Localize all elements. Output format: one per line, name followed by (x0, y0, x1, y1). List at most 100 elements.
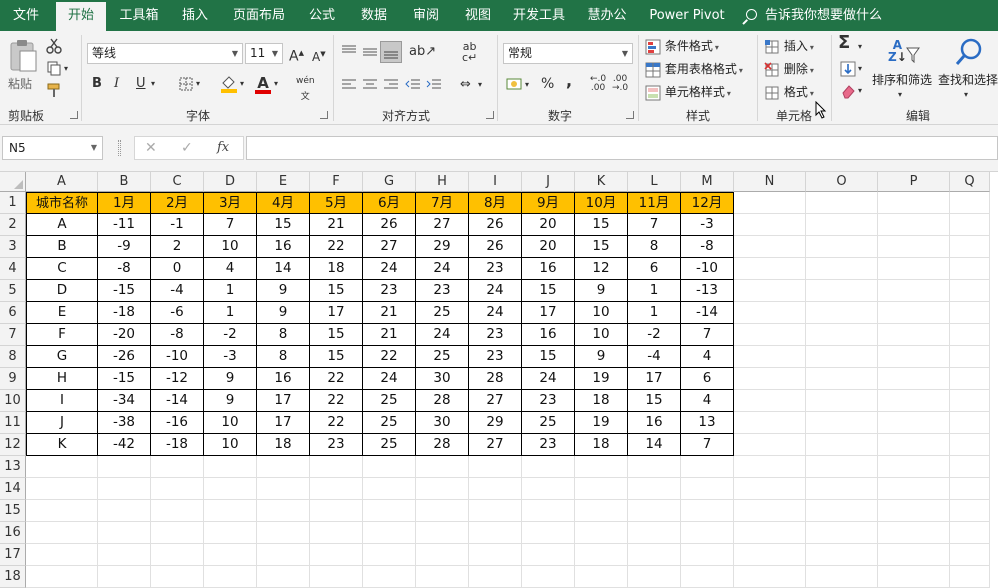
temperature-cell[interactable]: 21 (363, 302, 416, 324)
temperature-cell[interactable]: 2 (151, 236, 204, 258)
temperature-cell[interactable]: 20 (522, 236, 575, 258)
row-header[interactable]: 15 (0, 500, 26, 522)
empty-cell[interactable] (681, 522, 734, 544)
empty-cell[interactable] (363, 500, 416, 522)
temperature-cell[interactable]: 9 (204, 390, 257, 412)
temperature-cell[interactable]: -9 (98, 236, 151, 258)
temperature-cell[interactable]: 16 (257, 236, 310, 258)
fill-color-icon[interactable] (220, 75, 238, 93)
temperature-cell[interactable]: -2 (628, 324, 681, 346)
grow-font-icon[interactable]: A▲ (289, 45, 304, 65)
temperature-cell[interactable]: -42 (98, 434, 151, 456)
temperature-cell[interactable]: 15 (628, 390, 681, 412)
temperature-cell[interactable]: 9 (575, 346, 628, 368)
temperature-cell[interactable]: -8 (98, 258, 151, 280)
temperature-cell[interactable]: 21 (363, 324, 416, 346)
temperature-cell[interactable]: 1 (204, 302, 257, 324)
temperature-cell[interactable]: -16 (151, 412, 204, 434)
column-header[interactable]: L (628, 172, 681, 192)
header-cell-month[interactable]: 8月 (469, 192, 522, 214)
empty-cell[interactable] (575, 478, 628, 500)
empty-cell[interactable] (26, 456, 98, 478)
temperature-cell[interactable]: -18 (98, 302, 151, 324)
empty-cell[interactable] (806, 566, 878, 588)
empty-cell[interactable] (806, 302, 878, 324)
temperature-cell[interactable]: -8 (681, 236, 734, 258)
temperature-cell[interactable]: 14 (257, 258, 310, 280)
empty-cell[interactable] (950, 236, 990, 258)
header-cell-month[interactable]: 11月 (628, 192, 681, 214)
empty-cell[interactable] (681, 478, 734, 500)
row-header[interactable]: 8 (0, 346, 26, 368)
column-header[interactable]: B (98, 172, 151, 192)
empty-cell[interactable] (363, 544, 416, 566)
format-painter-icon[interactable] (46, 82, 62, 98)
empty-cell[interactable] (363, 456, 416, 478)
temperature-cell[interactable]: -13 (681, 280, 734, 302)
empty-cell[interactable] (878, 236, 950, 258)
autosum-dropdown-icon[interactable]: ▾ (858, 39, 862, 55)
tab-developer[interactable]: 开发工具 (506, 0, 572, 31)
wrap-text-icon[interactable]: ab c↵ (462, 41, 477, 63)
empty-cell[interactable] (878, 412, 950, 434)
temperature-cell[interactable]: 17 (522, 302, 575, 324)
empty-cell[interactable] (734, 500, 806, 522)
empty-cell[interactable] (257, 456, 310, 478)
shrink-font-icon[interactable]: A▼ (312, 46, 326, 65)
temperature-cell[interactable]: 15 (257, 214, 310, 236)
empty-cell[interactable] (469, 478, 522, 500)
column-header[interactable]: C (151, 172, 204, 192)
insert-function-icon[interactable]: fx (217, 140, 229, 156)
empty-cell[interactable] (806, 368, 878, 390)
temperature-cell[interactable]: 7 (681, 434, 734, 456)
empty-cell[interactable] (806, 522, 878, 544)
empty-cell[interactable] (151, 566, 204, 588)
temperature-cell[interactable]: 14 (628, 434, 681, 456)
empty-cell[interactable] (310, 478, 363, 500)
temperature-cell[interactable]: 22 (310, 368, 363, 390)
increase-decimal-icon[interactable]: ←.0.00 (590, 75, 606, 93)
temperature-cell[interactable]: 24 (363, 258, 416, 280)
empty-cell[interactable] (878, 566, 950, 588)
empty-cell[interactable] (469, 566, 522, 588)
empty-cell[interactable] (950, 390, 990, 412)
empty-cell[interactable] (628, 500, 681, 522)
empty-cell[interactable] (98, 566, 151, 588)
empty-cell[interactable] (416, 500, 469, 522)
fill-color-dropdown-icon[interactable]: ▾ (240, 76, 244, 92)
empty-cell[interactable] (806, 544, 878, 566)
empty-cell[interactable] (878, 214, 950, 236)
empty-cell[interactable] (878, 390, 950, 412)
increase-indent-icon[interactable] (426, 78, 442, 92)
temperature-cell[interactable]: 26 (469, 214, 522, 236)
empty-cell[interactable] (575, 566, 628, 588)
empty-cell[interactable] (257, 500, 310, 522)
autosum-icon[interactable]: Σ (838, 34, 850, 52)
empty-cell[interactable] (734, 346, 806, 368)
temperature-cell[interactable]: -3 (204, 346, 257, 368)
temperature-cell[interactable]: 27 (416, 214, 469, 236)
temperature-cell[interactable]: -14 (151, 390, 204, 412)
temperature-cell[interactable]: 15 (310, 324, 363, 346)
column-header[interactable]: G (363, 172, 416, 192)
city-name-cell[interactable]: K (26, 434, 98, 456)
empty-cell[interactable] (950, 522, 990, 544)
select-all-button[interactable] (0, 172, 26, 192)
temperature-cell[interactable]: -18 (151, 434, 204, 456)
empty-cell[interactable] (806, 192, 878, 214)
temperature-cell[interactable]: 30 (416, 412, 469, 434)
city-name-cell[interactable]: H (26, 368, 98, 390)
empty-cell[interactable] (806, 500, 878, 522)
temperature-cell[interactable]: 9 (204, 368, 257, 390)
tab-page-layout[interactable]: 页面布局 (226, 0, 292, 31)
empty-cell[interactable] (681, 500, 734, 522)
empty-cell[interactable] (98, 500, 151, 522)
temperature-cell[interactable]: 26 (363, 214, 416, 236)
empty-cell[interactable] (575, 456, 628, 478)
temperature-cell[interactable]: 15 (522, 346, 575, 368)
align-center-icon[interactable] (362, 78, 378, 92)
temperature-cell[interactable]: 23 (469, 258, 522, 280)
row-header[interactable]: 14 (0, 478, 26, 500)
temperature-cell[interactable]: 26 (469, 236, 522, 258)
empty-cell[interactable] (522, 500, 575, 522)
